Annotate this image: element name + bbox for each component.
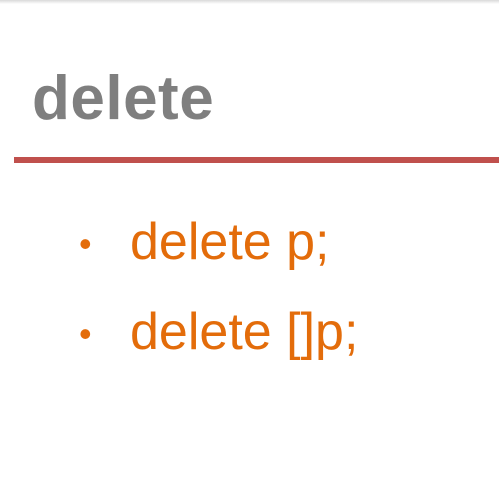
bullet-dot-icon: • (79, 313, 92, 354)
slide-title: delete (32, 64, 215, 133)
bullet-item: • delete p; (0, 210, 499, 300)
slide: delete • delete p; • delete []p; (0, 0, 499, 494)
title-underline (14, 157, 499, 163)
bullet-text: delete []p; (130, 303, 359, 361)
bullet-text: delete p; (130, 213, 330, 271)
bullet-list: • delete p; • delete []p; (0, 210, 499, 390)
bullet-dot-icon: • (79, 223, 92, 264)
bullet-item: • delete []p; (0, 300, 499, 390)
